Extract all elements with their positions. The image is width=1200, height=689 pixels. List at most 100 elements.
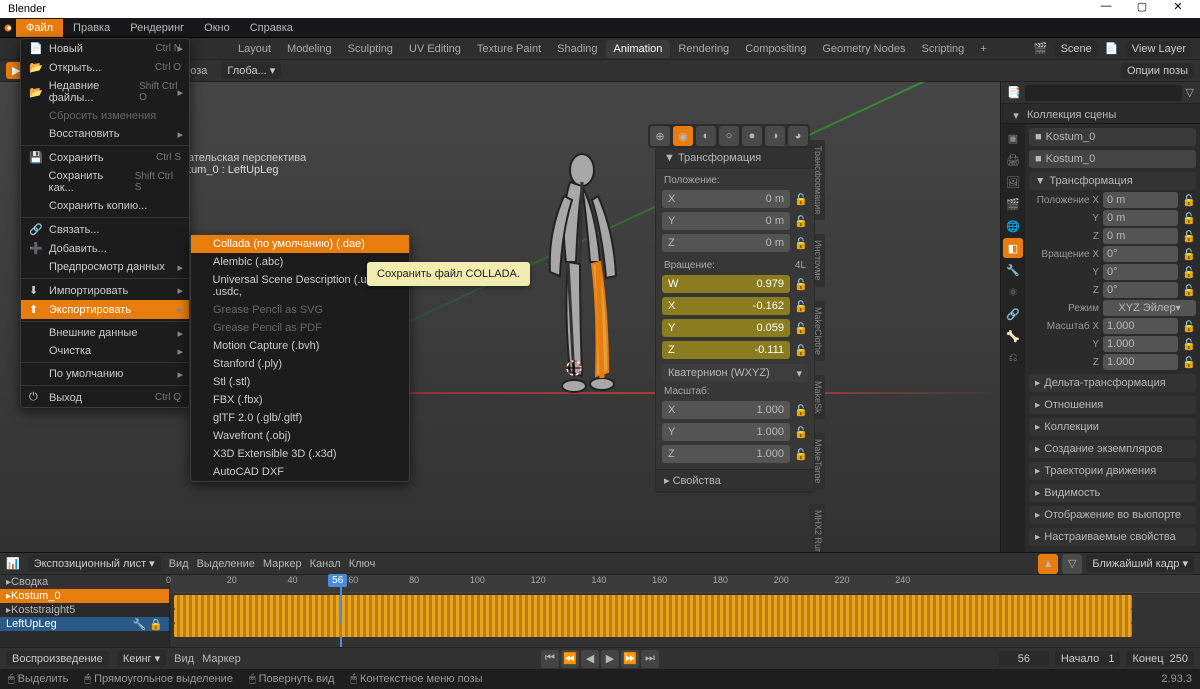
ptab-object[interactable]: ◧	[1003, 238, 1023, 258]
rot-w[interactable]: W0.979	[662, 275, 790, 293]
prop-sclz[interactable]: 1.000	[1103, 354, 1178, 370]
play-icon[interactable]: ▶	[601, 650, 619, 668]
sec-transform[interactable]: ▼ Трансформация	[1029, 172, 1196, 190]
export-menu-item[interactable]: glTF 2.0 (.glb/.gltf)	[191, 409, 409, 427]
lock-icon[interactable]: 🔓	[794, 322, 808, 335]
tab-uv[interactable]: UV Editing	[401, 40, 469, 58]
tl-select[interactable]: Выделение	[197, 558, 255, 570]
prop-locy[interactable]: 0 m	[1103, 210, 1178, 226]
lock-icon[interactable]: 🔓	[794, 237, 808, 250]
gizmo-toggle[interactable]: ⊕	[650, 126, 670, 146]
sec-delta[interactable]: ▸ Дельта-трансформация	[1029, 374, 1196, 392]
tab-animation[interactable]: Animation	[606, 40, 671, 58]
rot-mode[interactable]: Кватернион (WXYZ)▾	[662, 364, 808, 382]
prop-rotmode[interactable]: XYZ Эйлер ▾	[1103, 300, 1196, 316]
file-menu-item[interactable]: Очистка▸	[21, 342, 189, 360]
lock-icon[interactable]: 🔓	[1182, 212, 1196, 225]
maximize-button[interactable]: ▢	[1124, 0, 1160, 13]
ptab-constraints[interactable]: 🔗	[1003, 304, 1023, 324]
file-menu-item[interactable]: 🔗Связать...	[21, 217, 189, 239]
tab-texturepaint[interactable]: Texture Paint	[469, 40, 549, 58]
export-menu-item[interactable]: Stl (.stl)	[191, 373, 409, 391]
tl-key[interactable]: Ключ	[349, 558, 376, 570]
keyframes-row[interactable]	[174, 609, 1132, 623]
export-menu-item[interactable]: FBX (.fbx)	[191, 391, 409, 409]
lock-icon[interactable]: 🔓	[794, 426, 808, 439]
menu-window[interactable]: Окно	[194, 19, 240, 37]
prop-rotx[interactable]: 0°	[1103, 246, 1178, 262]
lock-icon[interactable]: 🔓	[1182, 356, 1196, 369]
sec-instancing[interactable]: ▸ Создание экземпляров	[1029, 440, 1196, 458]
next-key-icon[interactable]: ⏩	[621, 650, 639, 668]
lock-icon[interactable]: 🔓	[1182, 230, 1196, 243]
keyframes-row[interactable]	[174, 623, 1132, 637]
ptab-bone[interactable]: ⎌	[1003, 348, 1023, 368]
tab-add[interactable]: +	[972, 40, 994, 58]
menu-edit[interactable]: Правка	[63, 19, 120, 37]
lock-icon[interactable]: 🔓	[794, 300, 808, 313]
playback-popover[interactable]: Воспроизведение	[6, 651, 109, 667]
play-reverse-icon[interactable]: ◀	[581, 650, 599, 668]
sec-motionpaths[interactable]: ▸ Траектории движения	[1029, 462, 1196, 480]
ruler[interactable]: 020406080100120140160180200220240	[170, 575, 1200, 593]
prop-rotz[interactable]: 0°	[1103, 282, 1178, 298]
track-koststraight[interactable]: ▸ Koststraight5	[0, 603, 169, 617]
shading-solid[interactable]: ●	[742, 126, 762, 146]
lock-icon[interactable]: 🔓	[1182, 248, 1196, 261]
ptab-world[interactable]: 🌐	[1003, 216, 1023, 236]
npanel-props[interactable]: ▸ Свойства	[656, 469, 814, 492]
export-menu-item[interactable]: Collada (по умолчанию) (.dae)	[191, 235, 409, 253]
file-menu-item[interactable]: 💾СохранитьCtrl S	[21, 145, 189, 167]
keying-popover[interactable]: Кеинг ▾	[117, 650, 166, 667]
tab-compositing[interactable]: Compositing	[737, 40, 814, 58]
ptab-scene[interactable]: 🎬	[1003, 194, 1023, 214]
outliner-search[interactable]	[1025, 85, 1182, 101]
sec-customprops[interactable]: ▸ Настраиваемые свойства	[1029, 528, 1196, 546]
tab-modeling[interactable]: Modeling	[279, 40, 340, 58]
pos-x[interactable]: X0 m	[662, 190, 790, 208]
prop-locx[interactable]: 0 m	[1103, 192, 1178, 208]
tab-rendering[interactable]: Rendering	[670, 40, 737, 58]
rot-z[interactable]: Z-0.111	[662, 341, 790, 359]
start-frame[interactable]: Начало 1	[1055, 651, 1121, 667]
ptab-modifiers[interactable]: 🔧	[1003, 260, 1023, 280]
overlay-toggle[interactable]: ◉	[673, 126, 693, 146]
lock-icon[interactable]: 🔓	[794, 448, 808, 461]
file-menu-item[interactable]: ➕Добавить...	[21, 239, 189, 258]
sec-collections[interactable]: ▸ Коллекции	[1029, 418, 1196, 436]
export-menu-item[interactable]: Motion Capture (.bvh)	[191, 337, 409, 355]
scene-selector[interactable]: Scene	[1055, 41, 1098, 57]
ptab-data[interactable]: 🦴	[1003, 326, 1023, 346]
export-menu-item[interactable]: AutoCAD DXF	[191, 463, 409, 481]
file-menu-item[interactable]: 📄НовыйCtrl N▸	[21, 39, 189, 58]
lock-icon[interactable]: 🔓	[794, 404, 808, 417]
pos-z[interactable]: Z0 m	[662, 234, 790, 252]
sidetab-mhx2[interactable]: MHX2 Runti	[809, 504, 825, 552]
lock-icon[interactable]: 🔓	[1182, 194, 1196, 207]
tl-marker[interactable]: Маркер	[263, 558, 302, 570]
sec-relations[interactable]: ▸ Отношения	[1029, 396, 1196, 414]
tab-scripting[interactable]: Scripting	[913, 40, 972, 58]
prop-locz[interactable]: 0 m	[1103, 228, 1178, 244]
lock-icon[interactable]: 🔓	[1182, 338, 1196, 351]
xray-toggle[interactable]: ◐	[696, 126, 716, 146]
export-menu-item[interactable]: Stanford (.ply)	[191, 355, 409, 373]
file-menu-item[interactable]: Сохранить как...Shift Ctrl S	[21, 167, 189, 197]
export-menu-item[interactable]: Wavefront (.obj)	[191, 427, 409, 445]
end-frame[interactable]: Конец 250	[1126, 651, 1194, 667]
lock-icon[interactable]: 🔓	[794, 193, 808, 206]
editor-type-icon[interactable]: 📊	[6, 557, 20, 570]
sec-visibility[interactable]: ▸ Видимость	[1029, 484, 1196, 502]
outliner-root[interactable]: ▾Коллекция сцены	[1005, 106, 1196, 124]
keyframe-area[interactable]: 020406080100120140160180200220240 56	[170, 575, 1200, 647]
menu-help[interactable]: Справка	[240, 19, 303, 37]
pb-view[interactable]: Вид	[174, 653, 194, 665]
file-menu-item[interactable]: Восстановить▸	[21, 125, 189, 143]
prop-sclx[interactable]: 1.000	[1103, 318, 1178, 334]
orientation-selector[interactable]: Глоба... ▾	[221, 62, 281, 79]
ptab-physics[interactable]: ⚛	[1003, 282, 1023, 302]
ptab-viewlayer[interactable]: 🖼	[1003, 172, 1023, 192]
tl-channel[interactable]: Канал	[310, 558, 341, 570]
viewlayer-selector[interactable]: View Layer	[1126, 41, 1192, 57]
close-button[interactable]: ✕	[1160, 0, 1196, 13]
